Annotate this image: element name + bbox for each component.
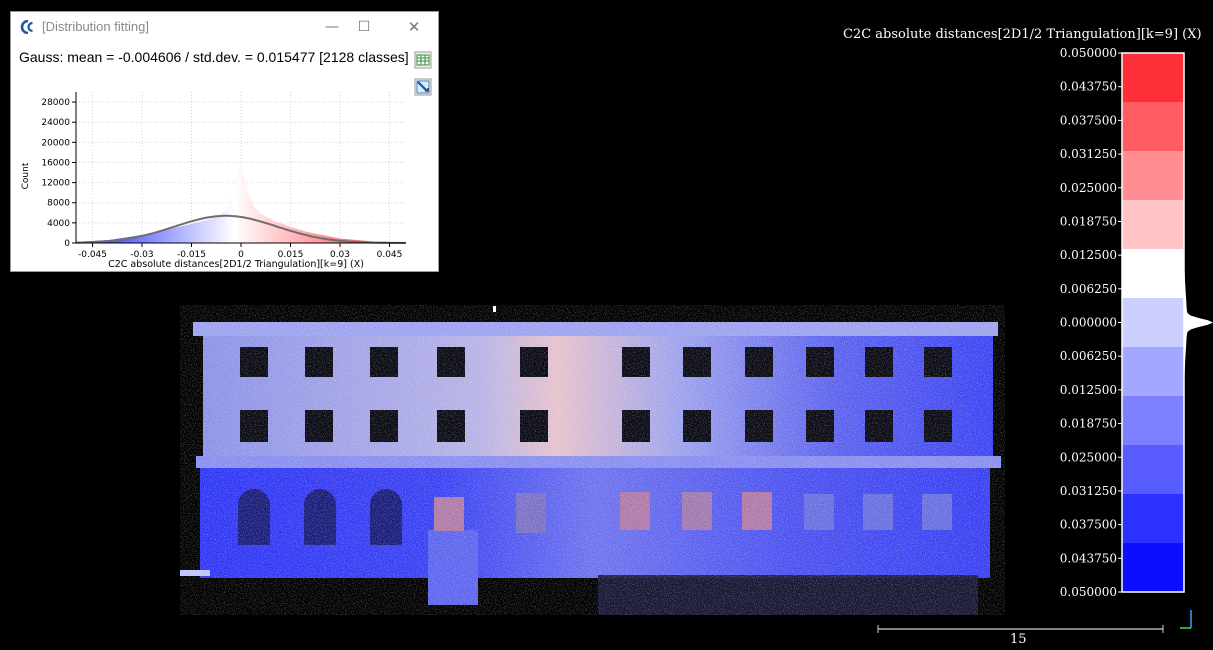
3d-viewport[interactable]: [Distribution fitting] — ☐ ✕ Gauss: mean… <box>0 0 1213 650</box>
color-scale-segment <box>1122 396 1184 446</box>
dialog-title: [Distribution fitting] <box>42 19 149 34</box>
gauss-fit-label: Gauss: mean = -0.004606 / std.dev. = 0.0… <box>19 49 409 65</box>
color-scale-label: -0.037500 <box>1060 518 1117 532</box>
y-tick-label: 20000 <box>41 138 70 148</box>
close-button[interactable]: ✕ <box>399 15 429 39</box>
axis-trihedron-icon <box>1180 610 1192 629</box>
color-scale-label: 0.006250 <box>1060 282 1117 296</box>
color-scale-label: 0.031250 <box>1060 147 1117 161</box>
histogram-chart: -0.045 -0.03 -0.015 0 0.015 0.03 0.045 0 4000 80… <box>21 92 406 270</box>
color-scale-label: -0.012500 <box>1060 383 1117 397</box>
color-scale-label: 0.050000 <box>1060 46 1117 60</box>
histogram-area <box>76 162 406 243</box>
dialog-titlebar[interactable]: [Distribution fitting] — ☐ ✕ <box>11 12 438 43</box>
y-tick-label: 24000 <box>41 118 70 128</box>
color-scale-label: -0.025000 <box>1060 450 1117 464</box>
stray-point <box>493 306 496 312</box>
color-scale-segment <box>1122 543 1184 593</box>
color-scale-segment <box>1122 249 1184 299</box>
y-tick-label: 0 <box>64 239 70 249</box>
scale-bar-label: 15 <box>1010 632 1027 647</box>
y-axis-ticks: 0 4000 8000 12000 16000 20000 24000 28000 <box>41 98 76 249</box>
color-scale-segment <box>1122 494 1184 544</box>
color-scale-label: -0.018750 <box>1060 417 1117 431</box>
color-scale-label: 0.043750 <box>1060 80 1117 94</box>
x-tick-label: 0.045 <box>377 250 403 260</box>
maximize-button[interactable]: ☐ <box>349 15 379 39</box>
color-scale-label: -0.006250 <box>1060 349 1117 363</box>
color-scale-label: -0.050000 <box>1060 585 1117 599</box>
color-scale-label: 0.018750 <box>1060 214 1117 228</box>
y-tick-label: 16000 <box>41 158 70 168</box>
color-scale-segment <box>1122 298 1184 348</box>
export-csv-icon[interactable] <box>414 51 432 69</box>
point-speckle-overlay <box>180 305 1005 615</box>
y-axis-label: Count <box>21 162 31 189</box>
cloudcompare-logo-icon <box>20 20 33 34</box>
color-scale-segment <box>1122 53 1184 103</box>
color-scale-segment <box>1122 151 1184 201</box>
color-scale-histogram <box>1184 252 1213 393</box>
x-tick-label: -0.045 <box>78 250 107 260</box>
color-scale-label: 0.037500 <box>1060 113 1117 127</box>
minimize-button[interactable]: — <box>317 15 347 39</box>
y-tick-label: 4000 <box>47 219 70 229</box>
color-scale: 0.050000 0.043750 0.037500 0.031250 0.025000… <box>1060 46 1213 599</box>
x-axis-ticks: -0.045 -0.03 -0.015 0 0.015 0.03 0.045 <box>78 243 402 260</box>
color-scale-label: -0.043750 <box>1060 551 1117 565</box>
y-tick-label: 12000 <box>41 179 70 189</box>
color-scale-title: C2C absolute distances[2D1/2 Triangulati… <box>843 27 1202 42</box>
color-scale-label: 0.025000 <box>1060 181 1117 195</box>
x-axis-label: C2C absolute distances[2D1/2 Triangulati… <box>108 259 364 270</box>
color-scale-segment <box>1122 200 1184 250</box>
color-scale-label: -0.031250 <box>1060 484 1117 498</box>
color-scale-label: -0.000000 <box>1060 316 1117 330</box>
distribution-fitting-dialog[interactable]: [Distribution fitting] — ☐ ✕ Gauss: mean… <box>10 11 439 272</box>
color-scale-segment <box>1122 347 1184 397</box>
color-scale-segment <box>1122 445 1184 495</box>
y-tick-label: 8000 <box>47 199 70 209</box>
y-tick-label: 28000 <box>41 98 70 108</box>
color-scale-label: 0.012500 <box>1060 248 1117 262</box>
color-scale-segment <box>1122 102 1184 152</box>
